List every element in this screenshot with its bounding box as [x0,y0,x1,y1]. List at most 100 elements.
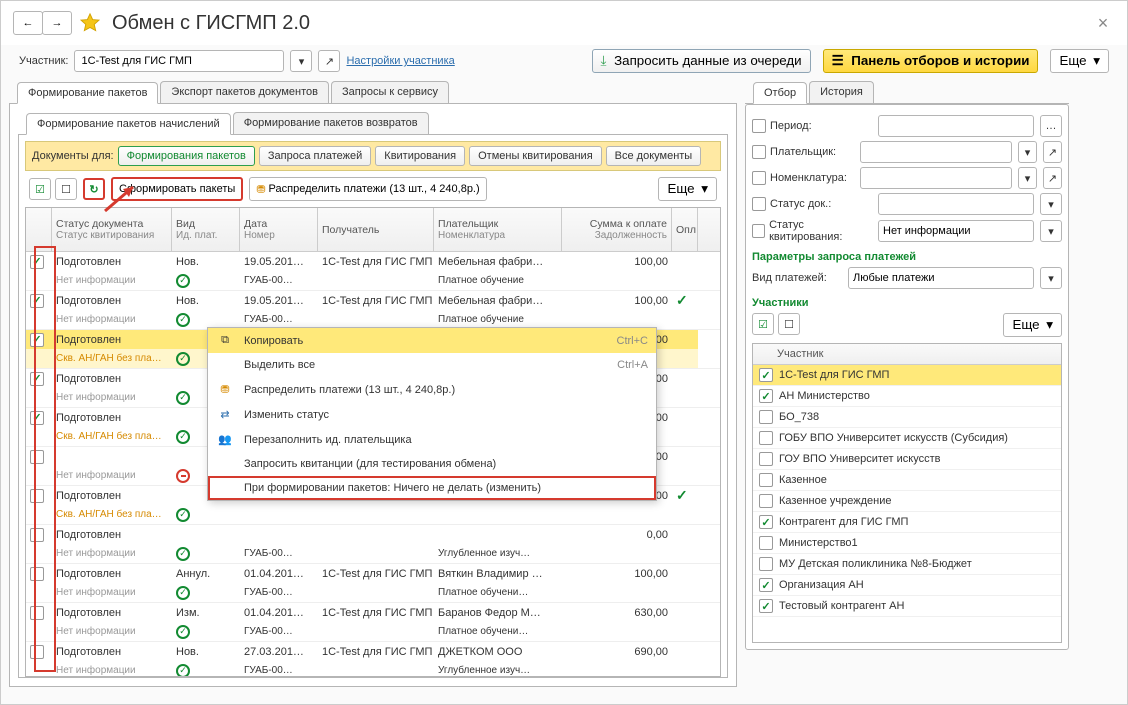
participant-checkbox[interactable] [759,368,773,382]
participant-row[interactable]: Казенное учреждение [753,491,1061,512]
close-icon[interactable]: × [1091,13,1115,34]
participant-row[interactable]: ГОУ ВПО Университет искусств [753,449,1061,470]
tab-history[interactable]: История [809,81,874,103]
table-row[interactable]: Подготовлен Нов. 19.05.201… 1C-Test для … [26,252,720,291]
participant-row[interactable]: Министерство1 [753,533,1061,554]
docs-filter-cancel[interactable]: Отмены квитирования [469,146,602,166]
table-row[interactable]: Подготовлен 0,00 Нет информации ГУАБ-00…… [26,525,720,564]
payer-open-icon[interactable]: ↗ [1043,141,1062,163]
participant-dropdown-icon[interactable]: ▾ [290,50,312,72]
period-input[interactable] [878,115,1034,137]
payer-dropdown-icon[interactable]: ▾ [1018,141,1037,163]
nom-dropdown-icon[interactable]: ▾ [1018,167,1037,189]
row-checkbox[interactable] [26,642,52,661]
participant-settings-link[interactable]: Настройки участника [346,55,454,67]
docstatus-dropdown-icon[interactable]: ▾ [1040,193,1062,215]
chk-docstatus[interactable] [752,197,766,211]
ctx-change-status[interactable]: ⇄ Изменить статус [208,402,656,427]
row-checkbox[interactable] [26,369,52,388]
participant-row[interactable]: Контрагент для ГИС ГМП [753,512,1061,533]
distribute-button[interactable]: ⛃ Распределить платежи (13 шт., 4 240,8р… [249,177,486,201]
check-all-icon[interactable]: ☑ [29,178,51,200]
table-row[interactable]: Подготовлен Нов. 19.05.201… 1C-Test для … [26,291,720,330]
nav-back[interactable]: ← [13,11,43,35]
chk-kvitstatus[interactable] [752,224,765,238]
docs-filter-form[interactable]: Формирования пакетов [118,146,255,166]
participant-row[interactable]: ГОБУ ВПО Университет искусств (Субсидия) [753,428,1061,449]
kvitstatus-input[interactable] [878,220,1034,242]
participant-checkbox[interactable] [759,578,773,592]
tab-requests[interactable]: Запросы к сервису [331,81,449,103]
row-checkbox[interactable] [26,408,52,427]
ctx-on-form[interactable]: При формировании пакетов: Ничего не дела… [208,476,656,500]
row-checkbox[interactable] [26,291,52,310]
table-row[interactable]: Подготовлен Изм. 01.04.201… 1C-Test для … [26,603,720,642]
chk-period[interactable] [752,119,766,133]
docs-filter-all[interactable]: Все документы [606,146,702,166]
row-checkbox[interactable] [26,564,52,583]
participant-row[interactable]: БО_738 [753,407,1061,428]
participant-row[interactable]: 1C-Test для ГИС ГМП [753,365,1061,386]
ctx-select-all[interactable]: Выделить все Ctrl+A [208,353,656,377]
participant-row[interactable]: Казенное [753,470,1061,491]
participant-open-icon[interactable]: ↗ [318,50,340,72]
tab-filter[interactable]: Отбор [753,82,807,104]
parts-uncheck-all-icon[interactable]: ☐ [778,313,800,335]
participant-checkbox[interactable] [759,557,773,571]
ctx-refill[interactable]: 👥 Перезаполнить ид. плательщика [208,427,656,452]
tab-export[interactable]: Экспорт пакетов документов [160,81,329,103]
participant-checkbox[interactable] [759,389,773,403]
participant-checkbox[interactable] [759,515,773,529]
parts-check-all-icon[interactable]: ☑ [752,313,774,335]
chk-nom[interactable] [752,171,766,185]
row-idplat [172,622,240,641]
subtab-returns[interactable]: Формирование пакетов возвратов [233,112,429,134]
uncheck-all-icon[interactable]: ☐ [55,178,77,200]
period-ellipsis-icon[interactable]: … [1040,115,1062,137]
row-checkbox[interactable] [26,486,52,505]
chk-payer[interactable] [752,145,766,159]
participant-checkbox[interactable] [759,494,773,508]
subtab-charges[interactable]: Формирование пакетов начислений [26,113,231,135]
request-queue-button[interactable]: ⤓ Запросить данные из очереди [592,49,811,73]
row-checkbox[interactable] [26,252,52,271]
participant-row[interactable]: Организация АН [753,575,1061,596]
participant-checkbox[interactable] [759,599,773,613]
nav-forward[interactable]: → [42,11,72,35]
participant-checkbox[interactable] [759,536,773,550]
ctx-distribute[interactable]: ⛃ Распределить платежи (13 шт., 4 240,8р… [208,377,656,402]
row-checkbox[interactable] [26,525,52,544]
paykind-dropdown-icon[interactable]: ▾ [1040,267,1062,289]
table-row[interactable]: Подготовлен Нов. 27.03.201… 1C-Test для … [26,642,720,677]
top-more-button[interactable]: Еще ▾ [1050,49,1109,73]
row-checkbox[interactable] [26,603,52,622]
docs-filter-kvit[interactable]: Квитирования [375,146,465,166]
nom-open-icon[interactable]: ↗ [1043,167,1062,189]
participant-checkbox[interactable] [759,473,773,487]
filter-panel-button[interactable]: ☰ Панель отборов и истории [823,49,1039,73]
grid-more-button[interactable]: Еще ▾ [658,177,717,201]
participant-row[interactable]: МУ Детская поликлиника №8-Бюджет [753,554,1061,575]
ctx-receipts[interactable]: Запросить квитанции (для тестирования об… [208,452,656,476]
refresh-icon[interactable]: ↻ [83,178,105,200]
paykind-input[interactable] [848,267,1034,289]
participant-row[interactable]: АН Министерство [753,386,1061,407]
parts-more-button[interactable]: Еще ▾ [1003,313,1062,337]
nom-input[interactable] [860,167,1012,189]
docs-filter-payreq[interactable]: Запроса платежей [259,146,371,166]
participant-row[interactable]: Тестовый контрагент АН [753,596,1061,617]
payer-input[interactable] [860,141,1012,163]
tab-form-packets[interactable]: Формирование пакетов [17,82,158,104]
ctx-copy[interactable]: ⧉ Копировать Ctrl+C [208,328,656,353]
participant-input[interactable] [74,50,284,72]
table-row[interactable]: Подготовлен Аннул. 01.04.201… 1C-Test дл… [26,564,720,603]
favorite-star-icon[interactable] [76,9,104,37]
make-packets-button[interactable]: Сформировать пакеты [111,177,243,201]
row-checkbox[interactable] [26,330,52,349]
participant-checkbox[interactable] [759,410,773,424]
participant-checkbox[interactable] [759,452,773,466]
kvitstatus-dropdown-icon[interactable]: ▾ [1040,220,1062,242]
docstatus-input[interactable] [878,193,1034,215]
participant-checkbox[interactable] [759,431,773,445]
row-checkbox[interactable] [26,447,52,466]
